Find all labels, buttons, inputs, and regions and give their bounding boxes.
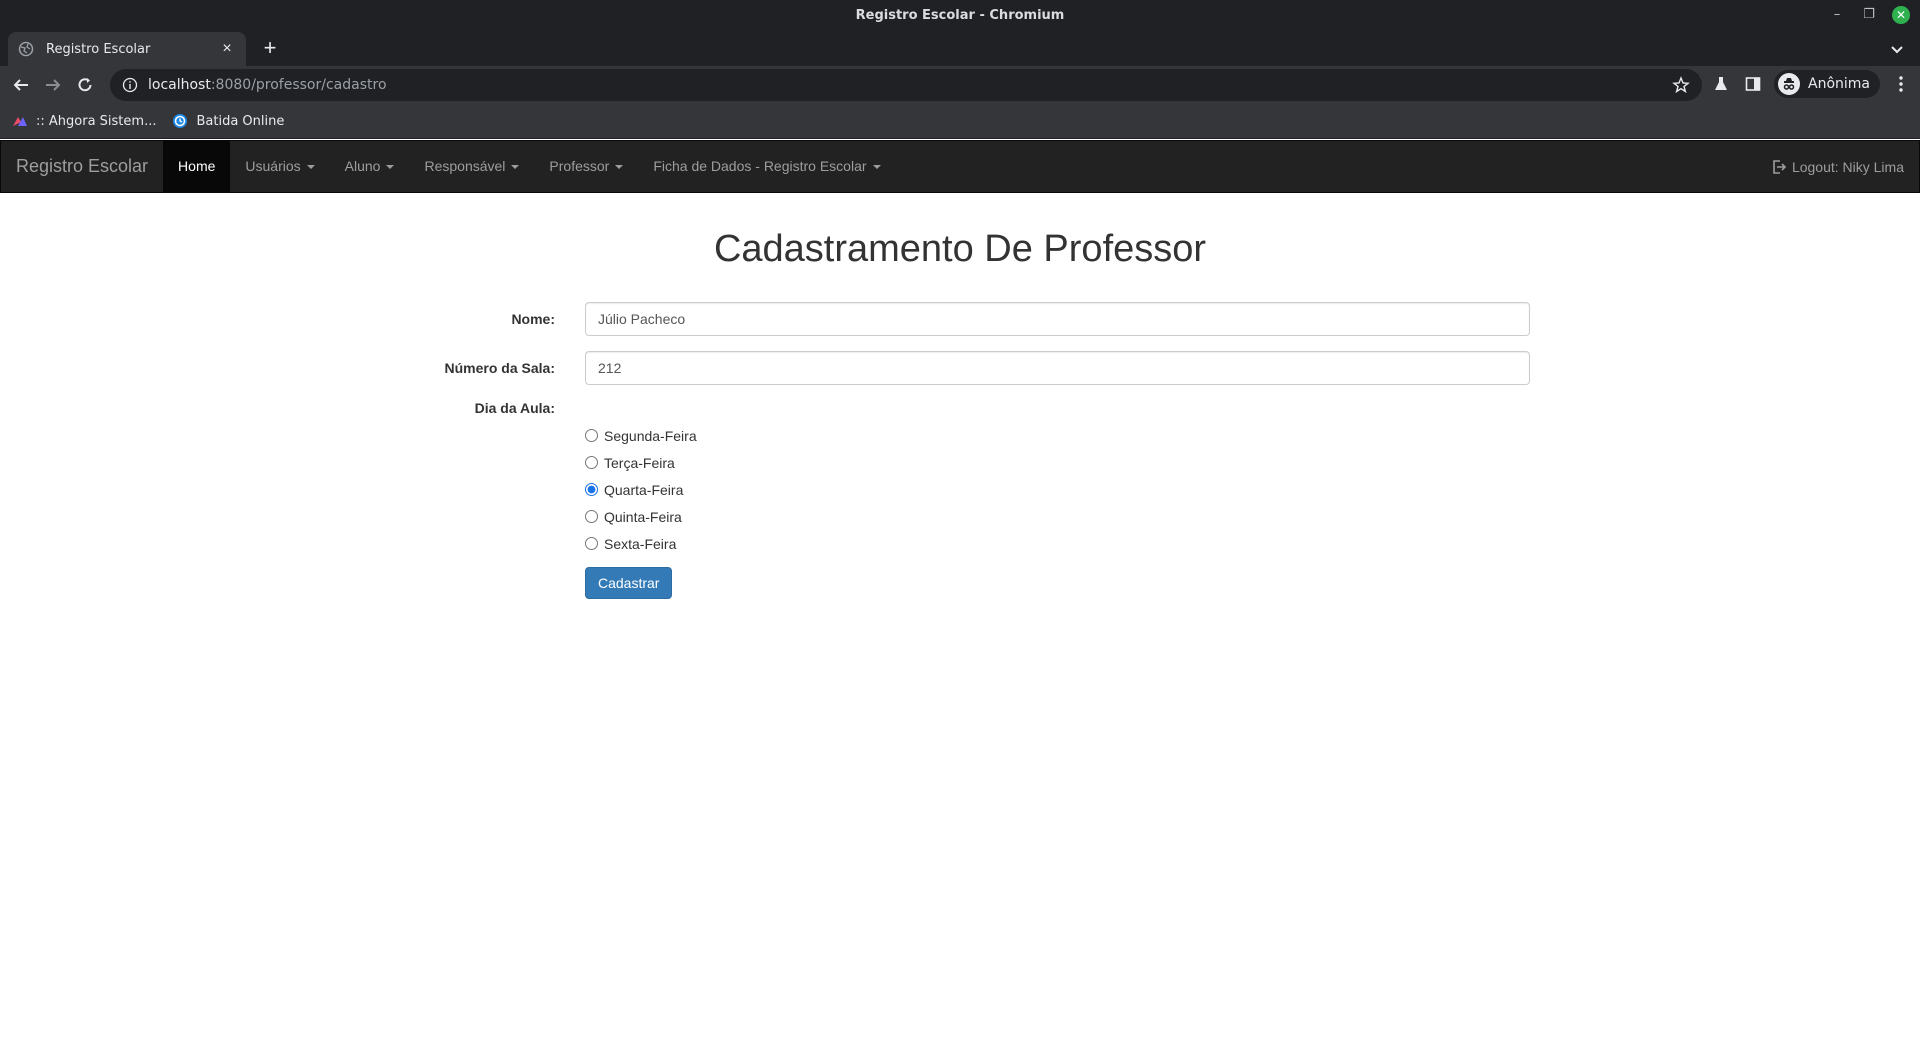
browser-tab[interactable]: Registro Escolar ×: [8, 32, 246, 66]
nav-label: Usuários: [245, 158, 301, 174]
window-title: Registro Escolar - Chromium: [855, 8, 1065, 23]
browser-toolbar: localhost:8080/professor/cadastro Anônim…: [0, 66, 1920, 104]
nome-row: Nome:: [430, 302, 1530, 336]
dia-radio-group: Segunda-Feira Terça-Feira Quarta-Feira Q…: [585, 422, 1530, 557]
chevron-down-icon[interactable]: [1888, 40, 1906, 58]
nav-item-responsavel[interactable]: Responsável: [409, 141, 534, 192]
url-path: :8080/professor/cadastro: [210, 77, 387, 93]
tab-title: Registro Escolar: [46, 41, 151, 57]
dia-label: Dia da Aula:: [474, 400, 555, 416]
bookmark-label: Batida Online: [196, 113, 285, 129]
nav-label: Ficha de Dados - Registro Escolar: [653, 158, 867, 174]
minimize-icon[interactable]: –: [1828, 6, 1846, 24]
nome-label: Nome:: [511, 311, 555, 327]
radio-terca-feira[interactable]: Terça-Feira: [585, 449, 1530, 476]
nome-input[interactable]: [585, 302, 1530, 336]
page-title: Cadastramento De Professor: [713, 228, 1207, 270]
radio-input[interactable]: [585, 483, 598, 496]
radio-input[interactable]: [585, 429, 598, 442]
menu-kebab-icon[interactable]: [1890, 73, 1912, 95]
nav-item-ficha-de-dados[interactable]: Ficha de Dados - Registro Escolar: [638, 141, 895, 192]
close-window-icon[interactable]: ✕: [1892, 6, 1910, 24]
tab-strip: Registro Escolar × +: [0, 32, 1920, 66]
window-titlebar: Registro Escolar - Chromium – ❐ ✕: [0, 0, 1920, 32]
caret-down-icon: [306, 164, 315, 169]
sala-row: Número da Sala:: [430, 351, 1530, 385]
logout-link[interactable]: Logout: Niky Lima: [1771, 141, 1919, 192]
nav-item-usuarios[interactable]: Usuários: [230, 141, 329, 192]
radio-input[interactable]: [585, 456, 598, 469]
bookmarks-bar: :: Ahgora Sistem... Batida Online: [0, 104, 1920, 139]
address-bar[interactable]: localhost:8080/professor/cadastro: [110, 69, 1702, 101]
nav-item-professor[interactable]: Professor: [534, 141, 638, 192]
radio-segunda-feira[interactable]: Segunda-Feira: [585, 422, 1530, 449]
logout-label: Logout: Niky Lima: [1791, 158, 1904, 175]
bookmark-label: :: Ahgora Sistem...: [36, 113, 157, 129]
window-controls: – ❐ ✕: [1828, 6, 1910, 24]
nav-label: Responsável: [424, 158, 506, 174]
site-navbar: Registro Escolar Home Usuários Aluno Res…: [0, 140, 1920, 193]
back-icon[interactable]: [6, 70, 36, 100]
radio-input[interactable]: [585, 510, 598, 523]
professor-form: Nome: Número da Sala: Dia da Aula: Segun…: [430, 302, 1530, 599]
side-panel-icon[interactable]: [1742, 73, 1764, 95]
profile-button[interactable]: Anônima: [1774, 70, 1880, 98]
bookmark-star-icon[interactable]: [1672, 76, 1690, 94]
logout-icon: [1773, 159, 1787, 174]
caret-down-icon: [872, 164, 881, 169]
nav-label: Home: [178, 158, 216, 174]
dia-row: Dia da Aula:: [430, 400, 1530, 416]
radio-label: Segunda-Feira: [604, 427, 697, 444]
caret-down-icon: [386, 164, 395, 169]
bookmark-batida-online[interactable]: Batida Online: [172, 113, 284, 129]
radio-input[interactable]: [585, 537, 598, 550]
sala-label: Número da Sala:: [444, 360, 555, 376]
nav-label: Aluno: [344, 158, 381, 174]
navbar-brand[interactable]: Registro Escolar: [1, 141, 163, 192]
caret-down-icon: [615, 164, 624, 169]
info-icon[interactable]: [122, 77, 138, 93]
radio-label: Terça-Feira: [604, 454, 675, 471]
labs-flask-icon[interactable]: [1710, 73, 1732, 95]
restore-icon[interactable]: ❐: [1860, 6, 1878, 24]
globe-icon: [18, 41, 34, 57]
radio-sexta-feira[interactable]: Sexta-Feira: [585, 530, 1530, 557]
ahgora-logo-icon: [13, 117, 27, 126]
radio-label: Quinta-Feira: [604, 508, 682, 525]
nav-label: Professor: [549, 158, 610, 174]
nav-item-aluno[interactable]: Aluno: [330, 141, 410, 192]
radio-quarta-feira[interactable]: Quarta-Feira: [585, 476, 1530, 503]
tab-close-icon[interactable]: ×: [218, 40, 236, 58]
cadastrar-button[interactable]: Cadastrar: [585, 567, 673, 599]
incognito-icon: [1778, 73, 1800, 95]
profile-name: Anônima: [1808, 76, 1870, 92]
sala-input[interactable]: [585, 351, 1530, 385]
radio-label: Quarta-Feira: [604, 481, 684, 498]
forward-icon[interactable]: [38, 70, 68, 100]
new-tab-icon[interactable]: +: [258, 37, 282, 61]
toolbar-right: Anônima: [1710, 70, 1912, 98]
bookmark-ahgora[interactable]: :: Ahgora Sistem...: [12, 113, 156, 129]
radio-label: Sexta-Feira: [604, 535, 677, 552]
radio-quinta-feira[interactable]: Quinta-Feira: [585, 503, 1530, 530]
url-host: localhost: [148, 77, 211, 93]
nav-item-home[interactable]: Home: [163, 141, 231, 192]
reload-icon[interactable]: [70, 70, 100, 100]
caret-down-icon: [511, 164, 520, 169]
batida-clock-icon: [173, 114, 188, 128]
